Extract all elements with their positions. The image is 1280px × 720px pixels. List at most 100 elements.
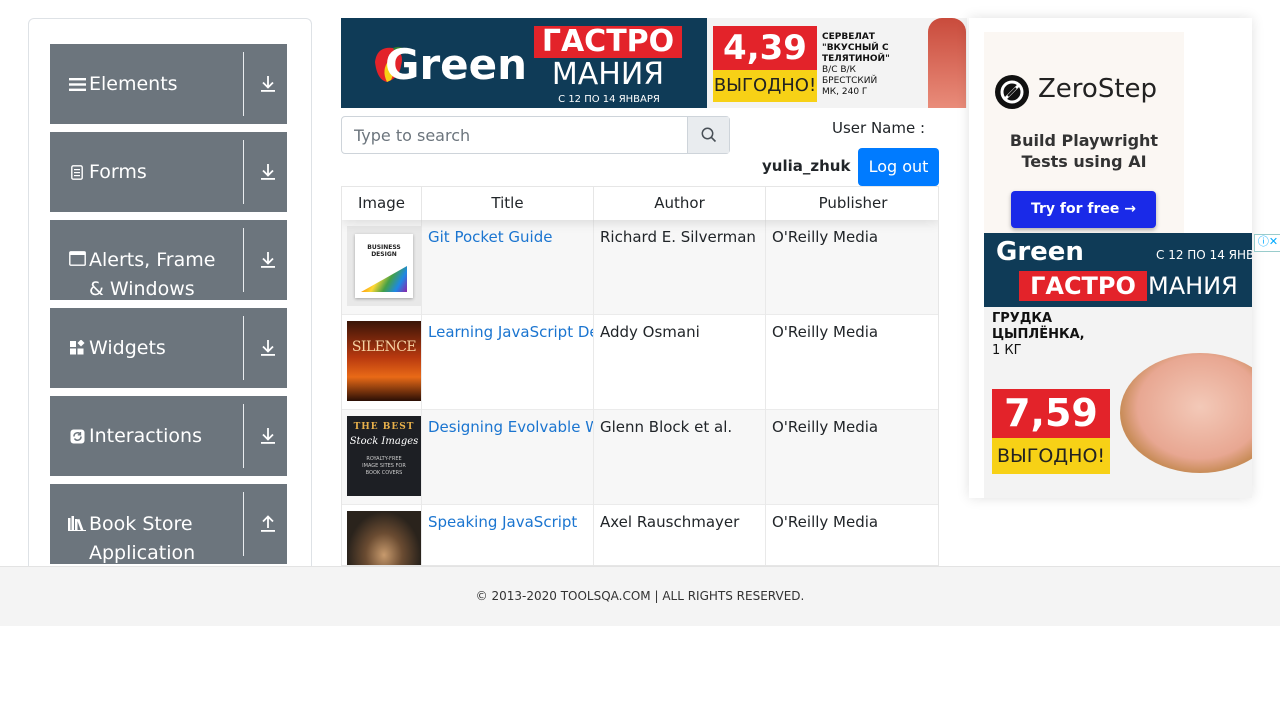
- group-interactions[interactable]: Interactions: [50, 396, 287, 476]
- zerostep-logo-icon: [995, 75, 1029, 109]
- green-ad-header: Green С 12 ПО 14 ЯНВАРЯ ГАСТРО МАНИЯ: [984, 233, 1252, 307]
- publisher-cell: O'Reilly Media: [772, 513, 879, 531]
- banner-ad[interactable]: Green ГАСТРО МАНИЯ С 12 ПО 14 ЯНВАРЯ 4,3…: [341, 18, 967, 108]
- refresh-icon: [66, 429, 88, 444]
- group-header[interactable]: Widgets: [66, 308, 236, 388]
- divider: [243, 228, 244, 292]
- product-line: МК, 240 Г: [822, 87, 868, 97]
- group-elements[interactable]: Elements: [50, 44, 287, 124]
- cover-text: BUSINESS: [367, 244, 401, 251]
- download-arrow-icon[interactable]: [256, 132, 280, 212]
- dates-label: С 12 ПО 14 ЯНВАРЯ: [558, 94, 660, 105]
- download-arrow-icon[interactable]: [256, 308, 280, 388]
- column-header-author[interactable]: Author: [594, 187, 766, 220]
- product-text: СЕРВЕЛАТ "ВКУСНЫЙ С ТЕЛЯТИНОЙ" В/С В/К Б…: [822, 32, 932, 98]
- author-cell: Richard E. Silverman: [594, 220, 766, 315]
- group-label: Interactions: [89, 424, 202, 447]
- cover-text: ROYALTY-FREE: [366, 456, 402, 462]
- author-cell: Addy Osmani: [594, 315, 766, 410]
- column-header-title[interactable]: Title: [422, 187, 594, 220]
- book-title-link[interactable]: Speaking JavaScript: [428, 513, 577, 531]
- upload-arrow-icon[interactable]: [256, 484, 280, 564]
- books-table: Image Title Author Publisher BUSINESS DE…: [341, 186, 939, 566]
- publisher-cell: O'Reilly Media: [772, 228, 879, 246]
- author-cell: Glenn Block et al.: [594, 410, 766, 505]
- group-label: Elements: [89, 72, 178, 95]
- download-arrow-icon[interactable]: [256, 396, 280, 476]
- group-header[interactable]: Interactions: [66, 396, 236, 476]
- table-row: BUSINESS DESIGN Git Pocket Guide Richard…: [342, 220, 938, 315]
- group-book-store-application[interactable]: Book Store Application: [50, 484, 287, 564]
- window-icon: [66, 251, 88, 266]
- column-header-publisher[interactable]: Publisher: [766, 187, 938, 220]
- book-title-link[interactable]: Designing Evolvable Web APIs with ASP.NE…: [428, 418, 593, 436]
- table-header: Image Title Author Publisher: [342, 187, 938, 220]
- footer-text: © 2013-2020 TOOLSQA.COM | ALL RIGHTS RES…: [475, 589, 805, 603]
- cover-text: THE BEST: [353, 422, 415, 432]
- group-label: Widgets: [89, 336, 166, 359]
- group-header[interactable]: Forms: [66, 132, 236, 212]
- mania-label: МАНИЯ: [551, 57, 665, 92]
- price-badge: 4,39: [713, 26, 817, 70]
- cover-text: SILENCE: [351, 339, 417, 355]
- product-line: ЦЫПЛЁНКА,: [992, 327, 1085, 342]
- green-ad[interactable]: Green С 12 ПО 14 ЯНВАРЯ ГАСТРО МАНИЯ ГРУ…: [984, 233, 1252, 498]
- column-header-image[interactable]: Image: [342, 187, 422, 220]
- group-header[interactable]: Book Store Application: [66, 484, 236, 564]
- mania-label: МАНИЯ: [1148, 272, 1238, 300]
- price-badge: 7,59: [992, 389, 1110, 438]
- product-line: ГРУДКА: [992, 311, 1053, 326]
- product-line: "ВКУСНЫЙ С: [822, 43, 889, 53]
- product-text: ГРУДКА ЦЫПЛЁНКА, 1 КГ: [992, 311, 1085, 359]
- logout-button[interactable]: Log out: [858, 148, 939, 186]
- divider: [243, 316, 244, 380]
- zerostep-text: Build Playwright Tests using AI: [1009, 131, 1159, 171]
- group-header[interactable]: Elements: [66, 44, 236, 124]
- left-panel: Elements Forms Alerts, Frame & Windows W…: [28, 18, 312, 579]
- group-header[interactable]: Alerts, Frame & Windows: [66, 220, 236, 300]
- divider: [243, 492, 244, 556]
- vygodno-badge: ВЫГОДНО!: [992, 438, 1110, 474]
- group-label: Alerts, Frame & Windows: [89, 249, 216, 300]
- group-forms[interactable]: Forms: [50, 132, 287, 212]
- group-label: Forms: [89, 160, 147, 183]
- search-box: [341, 116, 730, 154]
- gastro-label: ГАСТРО: [534, 26, 682, 58]
- gastro-label: ГАСТРО: [1019, 271, 1147, 301]
- product-line: В/С В/К: [822, 65, 856, 75]
- group-widgets[interactable]: Widgets: [50, 308, 287, 388]
- publisher-cell: O'Reilly Media: [772, 418, 879, 436]
- search-input[interactable]: [342, 117, 688, 153]
- table-row: THE BEST Stock Images ROYALTY-FREE IMAGE…: [342, 410, 938, 505]
- chicken-image: [1120, 353, 1252, 473]
- zerostep-title: ZeroStep: [1038, 74, 1158, 104]
- vygodno-badge: ВЫГОДНО!: [713, 70, 817, 102]
- download-arrow-icon[interactable]: [256, 220, 280, 300]
- sausage-image: [928, 18, 966, 108]
- side-ad[interactable]: ZeroStep Build Playwright Tests using AI…: [969, 18, 1252, 498]
- green-logo: Green: [385, 40, 528, 89]
- banner-ad-left: Green ГАСТРО МАНИЯ С 12 ПО 14 ЯНВАРЯ: [341, 18, 707, 108]
- title-cell: Git Pocket Guide: [422, 220, 594, 315]
- user-name-value: yulia_zhuk: [762, 157, 851, 175]
- cover-text: BOOK COVERS: [365, 470, 403, 476]
- search-button[interactable]: [687, 117, 729, 153]
- business-design-cover: BUSINESS DESIGN: [347, 226, 421, 306]
- zerostep-ad[interactable]: ZeroStep Build Playwright Tests using AI…: [984, 32, 1184, 234]
- table-row: Speaking JavaScript Axel Rauschmayer O'R…: [342, 505, 938, 565]
- silence-cover: SILENCE: [347, 321, 421, 401]
- group-alerts-frame-windows[interactable]: Alerts, Frame & Windows: [50, 220, 287, 300]
- adchoices-icon[interactable]: ⓘ✕: [1254, 234, 1280, 252]
- cover-text: IMAGE SITES FOR: [362, 463, 406, 469]
- book-title-link[interactable]: Git Pocket Guide: [428, 228, 552, 246]
- document-icon: [66, 164, 88, 180]
- title-cell: Learning JavaScript Design Patterns: [422, 315, 594, 410]
- try-for-free-button[interactable]: Try for free →: [1011, 191, 1156, 228]
- green-logo: Green: [996, 237, 1084, 267]
- cover-text: DESIGN: [371, 251, 397, 258]
- books-icon: [66, 516, 88, 531]
- book-title-link[interactable]: Learning JavaScript Design Patterns: [428, 323, 593, 341]
- hooded-figure-cover: [347, 511, 421, 565]
- divider: [243, 52, 244, 116]
- download-arrow-icon[interactable]: [256, 44, 280, 124]
